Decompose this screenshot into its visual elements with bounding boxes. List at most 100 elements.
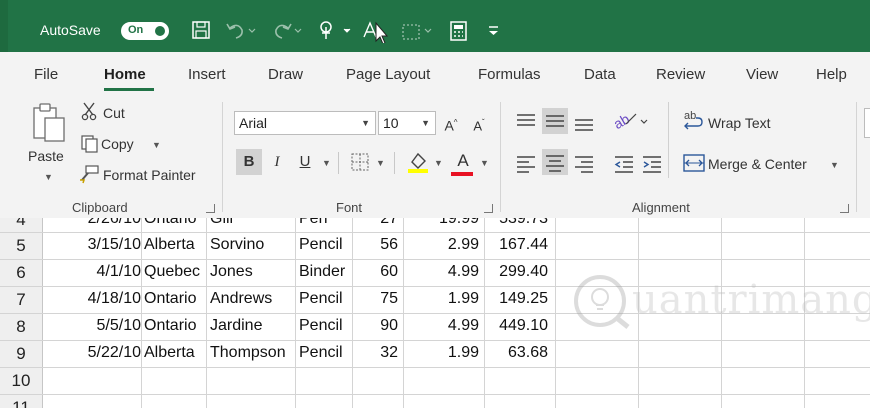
align-center-icon[interactable] (542, 149, 568, 175)
row-number[interactable]: 4 (0, 218, 42, 230)
cell-date[interactable]: 4/1/10 (97, 263, 141, 281)
tab-view[interactable]: View (746, 66, 778, 83)
cell-units[interactable]: 90 (380, 317, 398, 335)
merge-center-button[interactable]: Merge & Center (708, 156, 807, 172)
cell-date[interactable]: 2/26/10 (88, 218, 141, 228)
format-painter-button[interactable]: Format Painter (103, 167, 196, 183)
bold-button[interactable]: B (236, 149, 262, 175)
cell-rep[interactable]: Thompson (210, 344, 286, 362)
wrap-text-button[interactable]: Wrap Text (708, 115, 771, 131)
cell-units[interactable]: 60 (380, 263, 398, 281)
cell-item[interactable]: Pen (299, 218, 327, 228)
cell-date[interactable]: 5/22/10 (88, 344, 141, 362)
row-number[interactable]: 6 (0, 263, 42, 283)
fill-color-icon[interactable] (406, 150, 430, 174)
decrease-indent-icon[interactable] (612, 152, 636, 174)
italic-button[interactable]: I (264, 149, 290, 175)
redo-icon[interactable] (270, 19, 304, 43)
tab-home[interactable]: Home (104, 66, 146, 83)
form-icon[interactable] (400, 19, 434, 43)
cell-item[interactable]: Pencil (299, 236, 343, 254)
font-color-button[interactable]: A (450, 148, 476, 174)
tab-data[interactable]: Data (584, 66, 616, 83)
touch-mode-icon[interactable] (316, 19, 354, 43)
cell-unit-cost[interactable]: 4.99 (448, 263, 479, 281)
increase-font-size-icon[interactable]: A^ (438, 110, 464, 136)
cell-item[interactable]: Pencil (299, 290, 343, 308)
cell-unit-cost[interactable]: 2.99 (448, 236, 479, 254)
cell-region[interactable]: Ontario (144, 317, 196, 335)
cell-unit-cost[interactable]: 1.99 (448, 290, 479, 308)
decrease-font-size-icon[interactable]: Aˇ (466, 110, 492, 136)
copy-dropdown-icon[interactable]: ▼ (152, 140, 161, 150)
row-number[interactable]: 7 (0, 290, 42, 310)
cell-region[interactable]: Alberta (144, 344, 195, 362)
cell-rep[interactable]: Andrews (210, 290, 272, 308)
font-name-combo[interactable]: Arial ▼ (234, 111, 376, 135)
cell-total[interactable]: 449.10 (499, 317, 548, 335)
borders-dropdown-icon[interactable]: ▼ (376, 158, 385, 168)
copy-button[interactable]: Copy (101, 136, 134, 152)
cell-date[interactable]: 3/15/10 (88, 236, 141, 254)
cell-total[interactable]: 539.73 (499, 218, 548, 228)
cell-units[interactable]: 27 (380, 218, 398, 228)
cell-item[interactable]: Binder (299, 263, 345, 281)
clipboard-launcher-icon[interactable] (206, 204, 215, 213)
cell-rep[interactable]: Jardine (210, 317, 262, 335)
number-format-combo[interactable] (864, 108, 870, 138)
underline-dropdown-icon[interactable]: ▼ (322, 158, 331, 168)
tab-formulas[interactable]: Formulas (478, 66, 541, 83)
align-bottom-icon[interactable] (572, 110, 596, 132)
font-launcher-icon[interactable] (484, 204, 493, 213)
alignment-launcher-icon[interactable] (840, 204, 849, 213)
cell-region[interactable]: Ontario (144, 290, 196, 308)
cell-region[interactable]: Ontario (144, 218, 196, 228)
cell-item[interactable]: Pencil (299, 317, 343, 335)
cell-total[interactable]: 299.40 (499, 263, 548, 281)
paste-icon[interactable] (30, 102, 68, 144)
font-color-dropdown-icon[interactable]: ▼ (480, 158, 489, 168)
tab-file[interactable]: File (34, 66, 58, 83)
cell-unit-cost[interactable]: 19.99 (439, 218, 479, 228)
row-number[interactable]: 10 (0, 371, 42, 391)
cell-unit-cost[interactable]: 4.99 (448, 317, 479, 335)
sort-icon[interactable] (360, 19, 394, 43)
paste-dropdown-icon[interactable]: ▼ (44, 172, 53, 182)
align-middle-icon[interactable] (542, 108, 568, 134)
cell-rep[interactable]: Jones (210, 263, 253, 281)
calculator-icon[interactable] (448, 19, 470, 43)
fill-color-dropdown-icon[interactable]: ▼ (434, 158, 443, 168)
borders-icon[interactable] (350, 152, 372, 172)
row-number[interactable]: 5 (0, 236, 42, 256)
autosave-toggle[interactable]: On (121, 22, 169, 40)
cell-units[interactable]: 32 (380, 344, 398, 362)
cell-date[interactable]: 5/5/10 (97, 317, 141, 335)
font-size-combo[interactable]: 10 ▼ (378, 111, 436, 135)
row-number[interactable]: 11 (0, 398, 42, 408)
tab-page-layout[interactable]: Page Layout (346, 66, 430, 83)
cell-rep[interactable]: Gill (210, 218, 233, 228)
tab-insert[interactable]: Insert (188, 66, 226, 83)
cell-item[interactable]: Pencil (299, 344, 343, 362)
align-left-icon[interactable] (514, 152, 538, 174)
cell-rep[interactable]: Sorvino (210, 236, 264, 254)
align-right-icon[interactable] (572, 152, 596, 174)
row-number[interactable]: 8 (0, 317, 42, 337)
paste-button[interactable]: Paste (28, 148, 64, 164)
cell-total[interactable]: 149.25 (499, 290, 548, 308)
increase-indent-icon[interactable] (640, 152, 664, 174)
cell-total[interactable]: 63.68 (508, 344, 548, 362)
undo-icon[interactable] (224, 19, 258, 43)
cell-region[interactable]: Quebec (144, 263, 200, 281)
cell-region[interactable]: Alberta (144, 236, 195, 254)
underline-button[interactable]: U (292, 149, 318, 175)
cell-unit-cost[interactable]: 1.99 (448, 344, 479, 362)
merge-dropdown-icon[interactable]: ▼ (830, 160, 839, 170)
orientation-icon[interactable]: ab (612, 108, 650, 134)
cell-date[interactable]: 4/18/10 (88, 290, 141, 308)
cell-total[interactable]: 167.44 (499, 236, 548, 254)
save-icon[interactable] (190, 19, 212, 43)
align-top-icon[interactable] (514, 110, 538, 132)
tab-help[interactable]: Help (816, 66, 847, 83)
cell-units[interactable]: 75 (380, 290, 398, 308)
